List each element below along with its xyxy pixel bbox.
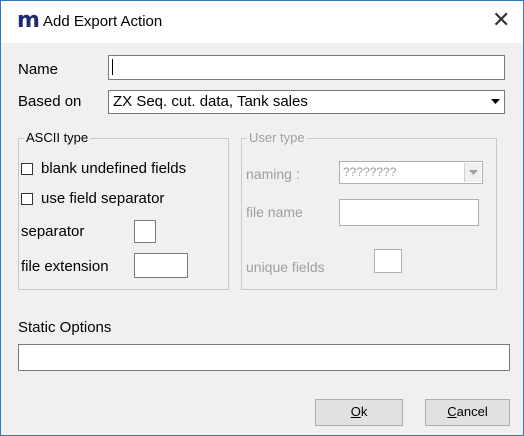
file-name-label: file name xyxy=(246,204,303,220)
checkbox-box[interactable] xyxy=(21,192,33,205)
cancel-button[interactable]: Cancel xyxy=(425,399,510,426)
based-on-value: ZX Seq. cut. data, Tank sales xyxy=(113,93,308,110)
ascii-type-legend: ASCII type xyxy=(24,130,91,145)
unique-fields-label: unique fields xyxy=(246,259,325,275)
name-input[interactable] xyxy=(108,55,505,80)
cancel-mnemonic: C xyxy=(447,404,457,419)
dialog-title: Add Export Action xyxy=(43,13,163,30)
naming-dropdown[interactable]: ???????? xyxy=(339,161,483,184)
name-label: Name xyxy=(18,61,59,78)
naming-value: ???????? xyxy=(343,165,397,179)
unique-fields-input[interactable] xyxy=(374,249,402,273)
app-logo-icon: m xyxy=(17,8,40,33)
separator-input[interactable] xyxy=(134,220,156,243)
file-name-input[interactable] xyxy=(339,199,479,226)
ok-mnemonic: O xyxy=(350,404,361,419)
user-type-legend: User type xyxy=(247,130,307,145)
cancel-label-rest: ancel xyxy=(456,404,488,419)
text-cursor xyxy=(112,59,113,75)
separator-label: separator xyxy=(21,223,85,240)
static-options-input[interactable] xyxy=(18,344,510,371)
static-options-label: Static Options xyxy=(18,319,112,336)
checkbox-box[interactable] xyxy=(21,162,33,175)
ok-label-rest: k xyxy=(360,404,368,419)
file-extension-label: file extension xyxy=(21,258,109,275)
based-on-dropdown[interactable]: ZX Seq. cut. data, Tank sales xyxy=(108,90,505,114)
based-on-label: Based on xyxy=(18,93,82,110)
naming-label: naming : xyxy=(246,166,300,182)
chevron-down-icon[interactable] xyxy=(487,92,503,112)
blank-undefined-fields-label: blank undefined fields xyxy=(41,160,187,177)
chevron-down-icon[interactable] xyxy=(464,163,481,182)
use-field-separator-checkbox[interactable]: use field separator xyxy=(21,190,164,207)
dialog-window: m Add Export Action ✕ Name Based on ZX S… xyxy=(0,0,524,436)
file-extension-input[interactable] xyxy=(134,253,188,278)
blank-undefined-fields-checkbox[interactable]: blank undefined fields xyxy=(21,160,186,177)
close-icon[interactable]: ✕ xyxy=(492,9,510,31)
title-bar: m Add Export Action ✕ xyxy=(1,1,523,43)
use-field-separator-label: use field separator xyxy=(41,190,165,207)
ok-button[interactable]: Ok xyxy=(315,399,403,426)
